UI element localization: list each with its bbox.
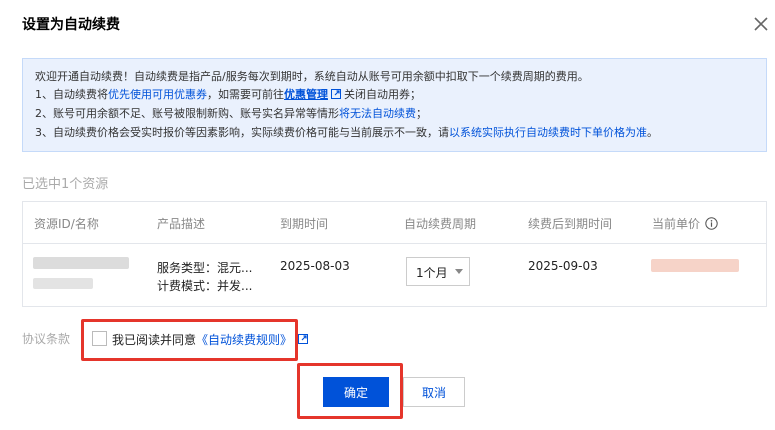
coupon-management-link[interactable]: 优惠管理 — [284, 88, 328, 101]
product-desc-line: 服务类型：混元... — [157, 261, 253, 275]
blurred-resource-id — [33, 257, 129, 269]
coupon-priority-link[interactable]: 优先使用可用优惠券 — [108, 88, 207, 101]
notice-panel: 欢迎开通自动续费！自动续费是指产品/服务每次到期时，系统自动从账号可用余额中扣取… — [22, 58, 767, 152]
confirm-button[interactable]: 确定 — [323, 377, 389, 407]
column-header-text: 续费后到期时间 — [528, 217, 613, 231]
dialog-title: 设置为自动续费 — [22, 17, 120, 33]
notice-line-4: 3、自动续费价格会受实时报价等因素影响，实际续费价格可能与当前展示不一致，请以系… — [35, 124, 658, 140]
actual-price-link[interactable]: 以系统实际执行自动续费时下单价格为准 — [449, 126, 647, 139]
agree-text: 我已阅读并同意《自动续费规则》 — [112, 331, 292, 348]
agree-text-prefix: 我已阅读并同意 — [112, 333, 197, 347]
cancel-button[interactable]: 取消 — [403, 377, 465, 407]
notice-text: ； — [416, 107, 427, 120]
renew-period-select[interactable]: 1个月 — [406, 257, 470, 286]
notice-line-1: 欢迎开通自动续费！自动续费是指产品/服务每次到期时，系统自动从账号可用余额中扣取… — [35, 70, 589, 83]
notice-text: 关闭自动用券； — [344, 88, 421, 101]
agreement-label: 协议条款 — [22, 332, 71, 346]
column-header-renew-period: 自动续费周期 — [404, 217, 477, 231]
external-link-icon[interactable] — [298, 334, 308, 344]
cannot-renew-link[interactable]: 将无法自动续费 — [339, 107, 416, 120]
column-header-renew-expire: 续费后到期时间 — [528, 215, 612, 232]
header-divider — [23, 243, 766, 244]
column-header-price: 当前单价 — [652, 215, 718, 232]
renew-rule-link[interactable]: 《自动续费规则》 — [196, 333, 292, 347]
blurred-price — [651, 259, 739, 272]
notice-text: 。 — [647, 126, 658, 139]
renew-expire-time: 2025-09-03 — [528, 259, 598, 273]
external-link-icon[interactable] — [331, 89, 341, 99]
notice-text: 3、自动续费价格会受实时报价等因素影响，实际续费价格可能与当前展示不一致，请 — [35, 126, 449, 139]
resource-table: 资源ID/名称 产品描述 到期时间 自动续费周期 续费后到期时间 当前单价 服务… — [22, 201, 767, 307]
selected-count: 已选中1个资源 — [22, 177, 109, 192]
column-header-description: 产品描述 — [157, 217, 206, 231]
column-header-expire: 到期时间 — [280, 217, 329, 231]
info-icon[interactable] — [705, 217, 718, 230]
blurred-resource-name — [33, 278, 93, 289]
notice-line-3: 2、账号可用余额不足、账号被限制新购、账号实名异常等情形将无法自动续费； — [35, 105, 427, 121]
column-header-text: 当前单价 — [652, 217, 701, 231]
select-value: 1个月 — [416, 266, 448, 280]
close-icon[interactable] — [752, 15, 770, 33]
notice-text: ，如需要可前往 — [207, 88, 284, 101]
notice-line-2: 1、自动续费将优先使用可用优惠券，如需要可前往优惠管理 关闭自动用券； — [35, 86, 421, 102]
caret-down-icon — [455, 269, 463, 274]
column-header-resource-id: 资源ID/名称 — [34, 217, 99, 231]
notice-text: 2、账号可用余额不足、账号被限制新购、账号实名异常等情形 — [35, 107, 339, 120]
notice-text: 1、自动续费将 — [35, 88, 108, 101]
agree-checkbox[interactable] — [92, 331, 107, 346]
expire-time: 2025-08-03 — [280, 259, 350, 273]
product-desc-line: 计费模式：并发... — [157, 279, 253, 293]
